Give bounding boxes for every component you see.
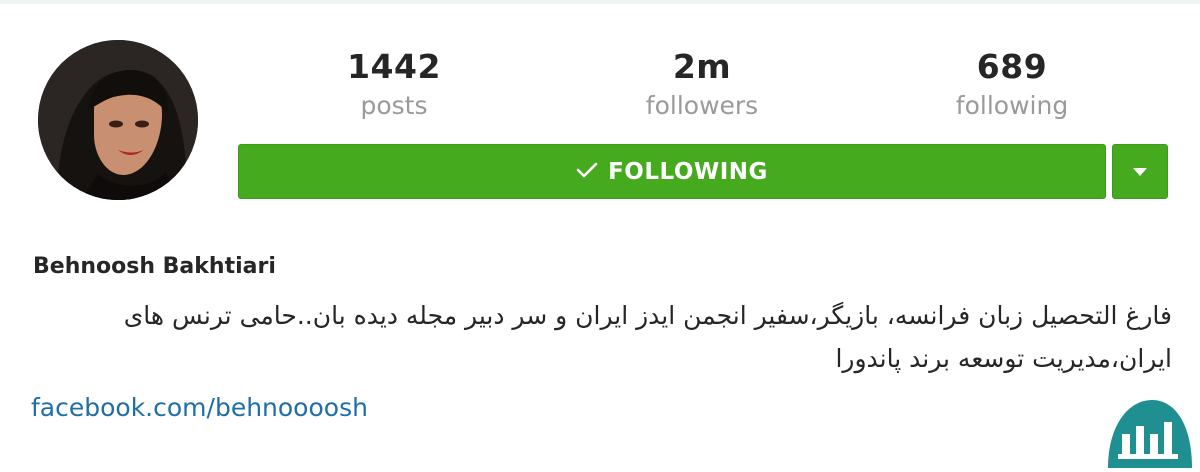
following-label: following <box>955 91 1069 120</box>
profile-bio: فارغ التحصیل زبان فرانسه، بازیگر،سفیر ان… <box>123 301 1172 373</box>
following-count: 689 <box>976 47 1048 86</box>
watermark-logo-icon <box>1104 388 1194 468</box>
profile-username: Behnoosh Bakhtiari <box>33 254 276 279</box>
stat-followers[interactable]: 2m followers <box>582 48 822 122</box>
following-button[interactable]: FOLLOWING <box>238 144 1106 199</box>
top-edge-strip <box>0 0 1200 4</box>
follow-options-dropdown-button[interactable] <box>1112 144 1168 199</box>
profile-website-link[interactable]: facebook.com/behnoooosh <box>31 393 368 422</box>
stat-following[interactable]: 689 following <box>892 48 1132 122</box>
caret-down-icon <box>1132 162 1148 181</box>
stat-posts[interactable]: 1442 posts <box>274 48 514 122</box>
followers-count: 2m <box>672 47 732 86</box>
following-button-label: FOLLOWING <box>608 158 768 185</box>
posts-count: 1442 <box>347 47 441 86</box>
profile-avatar[interactable] <box>38 40 198 200</box>
posts-label: posts <box>360 91 428 120</box>
followers-label: followers <box>645 91 759 120</box>
checkmark-icon <box>576 159 598 185</box>
